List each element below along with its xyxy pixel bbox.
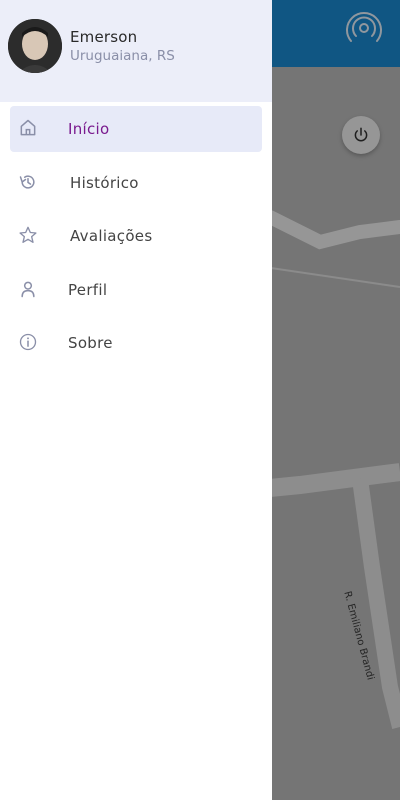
menu-item-label: Histórico [70, 174, 139, 192]
menu-item-avaliacoes[interactable]: Avaliações [10, 213, 262, 259]
user-name: Emerson [70, 28, 138, 46]
menu-item-perfil[interactable]: Perfil [10, 267, 262, 313]
navigation-drawer: Emerson Uruguaiana, RS Início Histórico [0, 0, 272, 800]
menu-item-label: Avaliações [70, 227, 153, 245]
drawer-header: Emerson Uruguaiana, RS [0, 0, 272, 102]
home-icon [20, 119, 36, 136]
star-icon [19, 226, 37, 243]
menu-item-historico[interactable]: Histórico [10, 160, 262, 206]
menu-item-sobre[interactable]: Sobre [10, 320, 262, 366]
history-icon [19, 175, 35, 189]
menu-item-label: Perfil [68, 281, 108, 299]
avatar[interactable] [8, 19, 62, 73]
info-icon [19, 333, 37, 351]
person-icon [21, 281, 35, 298]
user-location: Uruguaiana, RS [70, 48, 175, 64]
menu-item-label: Sobre [68, 334, 113, 352]
menu-item-inicio[interactable]: Início [10, 106, 262, 152]
menu-item-label: Início [68, 120, 110, 138]
